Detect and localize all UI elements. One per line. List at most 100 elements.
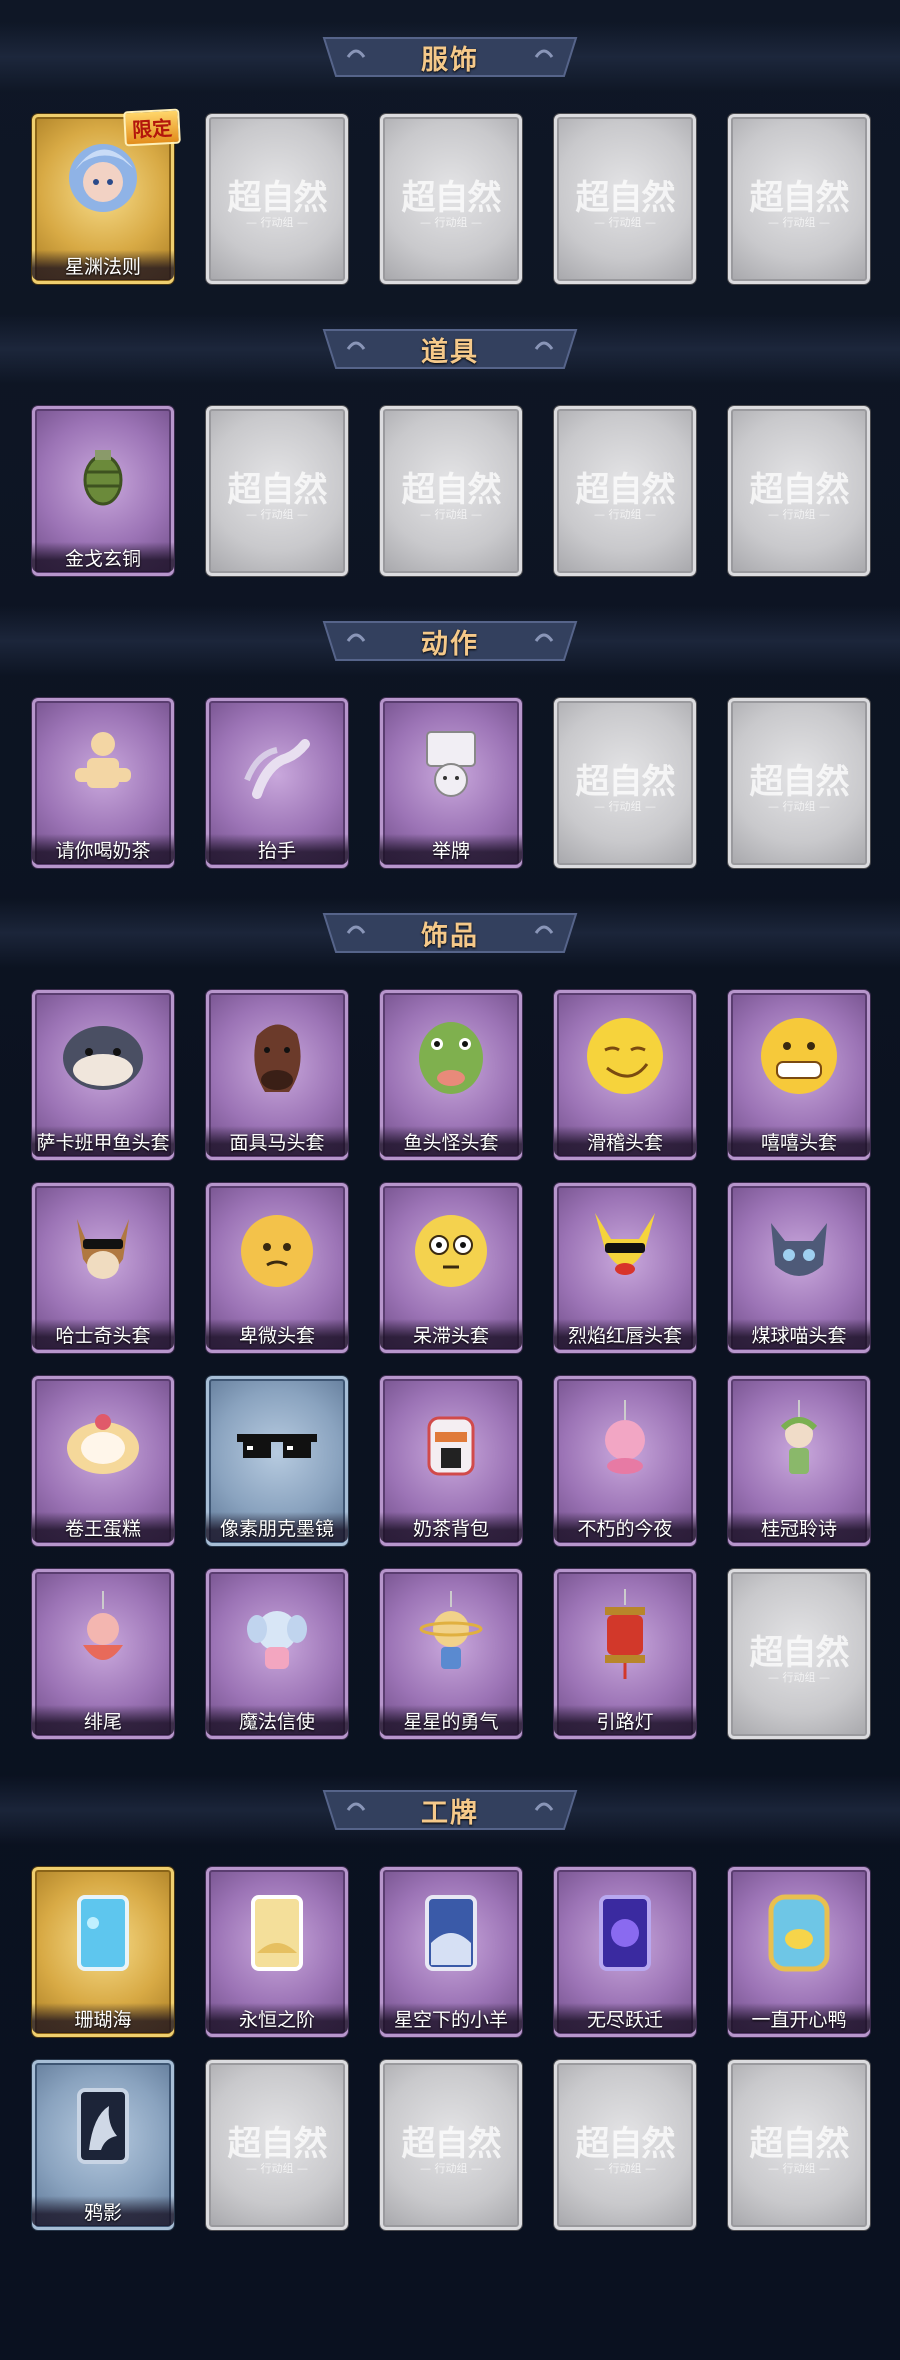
empty-slot[interactable]: 超自然 — 行动组 — — [554, 2060, 696, 2230]
elephant-pendant-icon — [227, 1585, 327, 1685]
item-label: 举牌 — [380, 834, 522, 864]
empty-slot[interactable]: 超自然 — 行动组 — — [380, 114, 522, 284]
badge-galaxy-icon — [575, 1883, 675, 1983]
item-label: 滑稽头套 — [554, 1126, 696, 1156]
empty-slot[interactable]: 超自然 — 行动组 — — [728, 114, 870, 284]
empty-slot[interactable]: 超自然 — 行动组 — — [380, 406, 522, 576]
item-card[interactable]: 抬手 — [206, 698, 348, 868]
placeholder-logo: 超自然 — [575, 178, 676, 218]
item-card[interactable]: 嘻嘻头套 — [728, 990, 870, 1160]
empty-slot[interactable]: 超自然 — 行动组 — — [380, 2060, 522, 2230]
empty-slot[interactable]: 超自然 — 行动组 — — [728, 2060, 870, 2230]
placeholder-logo: 超自然 — [749, 1633, 850, 1673]
placeholder-subtitle: — 行动组 — — [246, 2162, 308, 2175]
badge-sky-icon — [401, 1883, 501, 1983]
section-banner: 道具 — [318, 326, 582, 372]
item-label: 鸦影 — [32, 2196, 174, 2226]
item-label: 抬手 — [206, 834, 348, 864]
item-label: 金戈玄铜 — [32, 542, 174, 572]
horse-head-icon — [227, 1006, 327, 1106]
section-banner: 工牌 — [318, 1787, 582, 1833]
item-card[interactable]: 无尽跃迁 — [554, 1867, 696, 2037]
roll-cake-icon — [53, 1392, 153, 1492]
item-card[interactable]: 呆滞头套 — [380, 1183, 522, 1353]
item-label: 嘻嘻头套 — [728, 1126, 870, 1156]
humble-face-icon — [227, 1199, 327, 1299]
grenade-icon — [53, 422, 153, 522]
item-card[interactable]: 哈士奇头套 — [32, 1183, 174, 1353]
item-card[interactable]: 魔法信使 — [206, 1569, 348, 1739]
item-card[interactable]: 举牌 — [380, 698, 522, 868]
item-label: 不朽的今夜 — [554, 1512, 696, 1542]
section-banner: 服饰 — [318, 34, 582, 80]
green-fish-head-icon — [401, 1006, 501, 1106]
empty-slot[interactable]: 超自然 — 行动组 — — [554, 114, 696, 284]
item-label: 像素朋克墨镜 — [206, 1512, 348, 1542]
item-label: 哈士奇头套 — [32, 1319, 174, 1349]
star-pendant-icon — [401, 1585, 501, 1685]
item-label: 呆滞头套 — [380, 1319, 522, 1349]
raise-hand-icon — [227, 714, 327, 814]
placeholder-subtitle: — 行动组 — — [420, 2162, 482, 2175]
placeholder-subtitle: — 行动组 — — [246, 216, 308, 229]
placeholder-logo: 超自然 — [749, 178, 850, 218]
item-card[interactable]: 奶茶背包 — [380, 1376, 522, 1546]
item-card[interactable]: 星渊法则 限定 — [32, 108, 181, 284]
item-label: 绯尾 — [32, 1705, 174, 1735]
item-card[interactable]: 像素朋克墨镜 — [206, 1376, 348, 1546]
empty-slot[interactable]: 超自然 — 行动组 — — [206, 406, 348, 576]
item-card[interactable]: 金戈玄铜 — [32, 406, 174, 576]
item-card[interactable]: 烈焰红唇头套 — [554, 1183, 696, 1353]
empty-slot[interactable]: 超自然 — 行动组 — — [206, 2060, 348, 2230]
item-label: 无尽跃迁 — [554, 2003, 696, 2033]
tea-offer-icon — [53, 714, 153, 814]
item-card[interactable]: 请你喝奶茶 — [32, 698, 174, 868]
empty-slot[interactable]: 超自然 — 行动组 — — [554, 406, 696, 576]
item-card[interactable]: 滑稽头套 — [554, 990, 696, 1160]
empty-slot[interactable]: 超自然 — 行动组 — — [728, 1569, 870, 1739]
item-card[interactable]: 永恒之阶 — [206, 1867, 348, 2037]
item-card[interactable]: 卷王蛋糕 — [32, 1376, 174, 1546]
item-label: 卑微头套 — [206, 1319, 348, 1349]
item-card[interactable]: 不朽的今夜 — [554, 1376, 696, 1546]
empty-slot[interactable]: 超自然 — 行动组 — — [206, 114, 348, 284]
item-card[interactable]: 煤球喵头套 — [728, 1183, 870, 1353]
placeholder-logo: 超自然 — [227, 470, 328, 510]
placeholder-logo: 超自然 — [227, 2124, 328, 2164]
item-card[interactable]: 鸦影 — [32, 2060, 174, 2230]
item-card[interactable]: 面具马头套 — [206, 990, 348, 1160]
placeholder-subtitle: — 行动组 — — [246, 508, 308, 521]
item-card[interactable]: 引路灯 — [554, 1569, 696, 1739]
section-title: 工牌 — [421, 1797, 479, 1829]
item-card[interactable]: 星星的勇气 — [380, 1569, 522, 1739]
item-label: 珊瑚海 — [32, 2003, 174, 2033]
item-card[interactable]: 一直开心鸭 — [728, 1867, 870, 2037]
item-label: 永恒之阶 — [206, 2003, 348, 2033]
item-card[interactable]: 萨卡班甲鱼头套 — [32, 990, 174, 1160]
item-card[interactable]: 桂冠聆诗 — [728, 1376, 870, 1546]
empty-slot[interactable]: 超自然 — 行动组 — — [728, 406, 870, 576]
item-label: 奶茶背包 — [380, 1512, 522, 1542]
placeholder-subtitle: — 行动组 — — [594, 800, 656, 813]
pikachu-head-icon — [575, 1199, 675, 1299]
empty-slot[interactable]: 超自然 — 行动组 — — [728, 698, 870, 868]
placeholder-logo: 超自然 — [749, 762, 850, 802]
pixel-sunglasses-icon — [227, 1392, 327, 1492]
placeholder-subtitle: — 行动组 — — [594, 216, 656, 229]
item-card[interactable]: 鱼头怪头套 — [380, 990, 522, 1160]
item-label: 星星的勇气 — [380, 1705, 522, 1735]
placeholder-logo: 超自然 — [749, 2124, 850, 2164]
placeholder-logo: 超自然 — [575, 470, 676, 510]
item-card[interactable]: 卑微头套 — [206, 1183, 348, 1353]
item-label: 萨卡班甲鱼头套 — [32, 1126, 174, 1156]
pink-pendant-icon — [575, 1392, 675, 1492]
placeholder-subtitle: — 行动组 — — [768, 800, 830, 813]
item-card[interactable]: 星空下的小羊 — [380, 1867, 522, 2037]
item-label: 鱼头怪头套 — [380, 1126, 522, 1156]
item-card[interactable]: 绯尾 — [32, 1569, 174, 1739]
item-card[interactable]: 珊瑚海 — [32, 1867, 174, 2037]
placeholder-subtitle: — 行动组 — — [768, 508, 830, 521]
item-label: 桂冠聆诗 — [728, 1512, 870, 1542]
husky-head-icon — [53, 1199, 153, 1299]
empty-slot[interactable]: 超自然 — 行动组 — — [554, 698, 696, 868]
